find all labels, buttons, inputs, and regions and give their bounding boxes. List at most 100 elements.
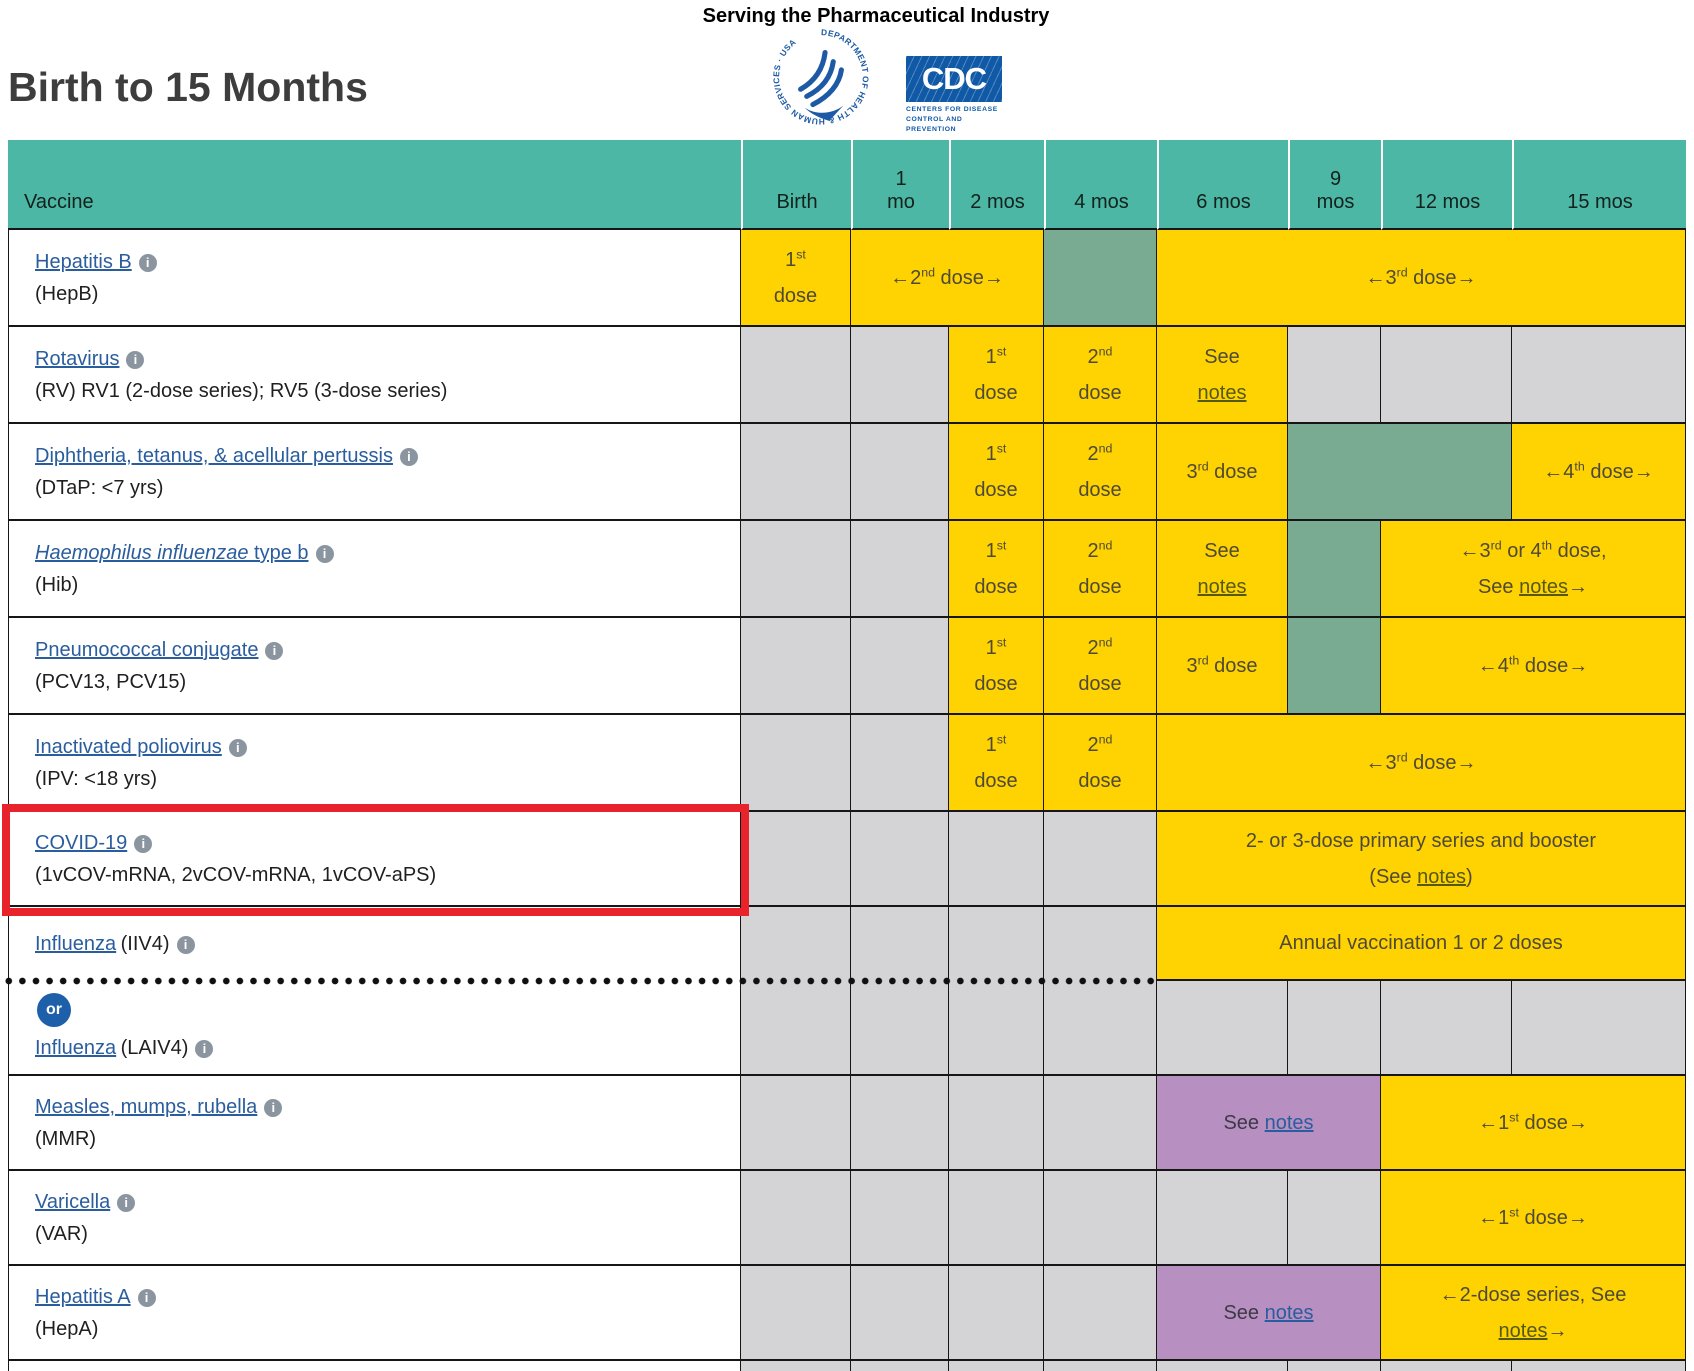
info-icon[interactable]: i xyxy=(265,642,283,660)
info-icon[interactable]: i xyxy=(316,545,334,563)
cell-pcv-1 xyxy=(851,618,949,715)
hhs-ring-text: DEPARTMENT OF HEALTH & HUMAN SERVICES · … xyxy=(771,27,871,127)
vaccine-cell-ipv: Inactivated poliovirus i (IPV: <18 yrs) xyxy=(8,715,741,812)
cell-rotavirus-4: Seenotes xyxy=(1157,327,1288,424)
notes-link[interactable]: notes xyxy=(1198,382,1247,404)
cell-rotavirus-0 xyxy=(741,327,851,424)
cell-varicella-5 xyxy=(1288,1171,1381,1266)
vaccine-cell-pcv: Pneumococcal conjugatei(PCV13, PCV15) xyxy=(8,618,741,715)
vaccine-cell-dtap: Diphtheria, tetanus, & acellular pertuss… xyxy=(8,424,741,521)
table-row-flu-laiv4: orInfluenza (LAIV4)i xyxy=(8,981,1686,1076)
cdc-caption-line1: CENTERS FOR DISEASE xyxy=(906,105,1002,115)
notes-link[interactable]: notes xyxy=(1519,576,1568,598)
info-icon[interactable]: i xyxy=(139,254,157,272)
cell-ipv-2: 1stdose xyxy=(949,715,1044,812)
cell-pcv-3: 2nddose xyxy=(1044,618,1157,715)
info-icon[interactable]: i xyxy=(229,739,247,757)
cdc-logo: CDC CENTERS FOR DISEASE CONTROL AND PREV… xyxy=(906,56,1002,135)
table-row-dtap: Diphtheria, tetanus, & acellular pertuss… xyxy=(8,424,1686,521)
vaccine-link-hepa[interactable]: Hepatitis A xyxy=(35,1286,131,1308)
table-row-ipv: Inactivated poliovirus i (IPV: <18 yrs) 1st… xyxy=(8,715,1686,812)
cell-hepa-2 xyxy=(949,1266,1044,1361)
vaccine-link-hepb[interactable]: Hepatitis B xyxy=(35,251,132,273)
cell-hepb-0: 1stdose xyxy=(741,230,851,327)
hhs-eagle-icon xyxy=(801,53,842,105)
column-header-vaccine: Vaccine xyxy=(8,140,741,230)
cell-covid-3 xyxy=(1044,812,1157,907)
cell-flu-laiv4-3 xyxy=(1044,981,1157,1076)
column-header-9-mos: 9mos xyxy=(1288,140,1381,230)
cell-covid-1 xyxy=(851,812,949,907)
vaccine-subtitle: (IPV: <18 yrs) xyxy=(35,768,730,791)
cell-hepb-2 xyxy=(1044,230,1157,327)
notes-link[interactable]: notes xyxy=(1265,1112,1314,1134)
info-icon[interactable]: i xyxy=(126,351,144,369)
info-icon[interactable]: i xyxy=(138,1289,156,1307)
column-header-6-mos: 6 mos xyxy=(1157,140,1288,230)
cell-varicella-6: ←1st dose→ xyxy=(1381,1171,1686,1266)
cell-rotavirus-1 xyxy=(851,327,949,424)
info-icon[interactable]: i xyxy=(264,1099,282,1117)
info-icon[interactable]: i xyxy=(400,448,418,466)
cell-next-row-clipped-4 xyxy=(1157,1361,1288,1371)
vaccine-link-hib[interactable]: Haemophilus influenzae type b xyxy=(35,542,309,564)
cell-hepa-3 xyxy=(1044,1266,1157,1361)
cell-hepa-4: See notes xyxy=(1157,1266,1381,1361)
column-header-15-mos: 15 mos xyxy=(1512,140,1686,230)
cell-flu-laiv4-4 xyxy=(1157,981,1288,1076)
cell-hib-2: 1stdose xyxy=(949,521,1044,618)
table-row-flu-iiv4: Influenza (IIV4)iAnnual vaccination 1 or… xyxy=(8,907,1686,981)
vaccine-link-rotavirus[interactable]: Rotavirus xyxy=(35,348,119,370)
table-row-pcv: Pneumococcal conjugatei(PCV13, PCV15)1st… xyxy=(8,618,1686,715)
info-icon[interactable]: i xyxy=(134,835,152,853)
vaccine-cell-covid: COVID-19i(1vCOV-mRNA, 2vCOV-mRNA, 1vCOV-… xyxy=(8,812,741,907)
svg-text:DEPARTMENT OF HEALTH & HUMAN S: DEPARTMENT OF HEALTH & HUMAN SERVICES · … xyxy=(771,27,871,127)
vaccine-link-flu-laiv4[interactable]: Influenza xyxy=(35,1037,116,1059)
vaccine-cell-flu-laiv4: orInfluenza (LAIV4)i xyxy=(8,981,741,1076)
cell-rotavirus-6 xyxy=(1381,327,1512,424)
info-icon[interactable]: i xyxy=(117,1194,135,1212)
cell-ipv-3: 2nddose xyxy=(1044,715,1157,812)
column-header-1-mo: 1mo xyxy=(851,140,949,230)
notes-link[interactable]: notes xyxy=(1265,1302,1314,1324)
cell-flu-laiv4-6 xyxy=(1381,981,1512,1076)
vaccine-link-dtap[interactable]: Diphtheria, tetanus, & acellular pertuss… xyxy=(35,445,393,467)
cell-dtap-2: 1stdose xyxy=(949,424,1044,521)
vaccine-link-pcv[interactable]: Pneumococcal conjugate xyxy=(35,639,258,661)
vaccine-cell-rotavirus: Rotavirusi(RV) RV1 (2-dose series); RV5 … xyxy=(8,327,741,424)
hhs-logo: DEPARTMENT OF HEALTH & HUMAN SERVICES · … xyxy=(770,26,872,128)
cell-varicella-2 xyxy=(949,1171,1044,1266)
vaccine-link-covid[interactable]: COVID-19 xyxy=(35,832,127,854)
cell-dtap-0 xyxy=(741,424,851,521)
cell-hib-5 xyxy=(1288,521,1381,618)
column-header-4-mos: 4 mos xyxy=(1044,140,1157,230)
cell-pcv-4: 3rd dose xyxy=(1157,618,1288,715)
vaccine-subtitle: (DTaP: <7 yrs) xyxy=(35,477,730,500)
cell-hib-6: ←3rd or 4th dose,See notes→ xyxy=(1381,521,1686,618)
notes-link[interactable]: notes xyxy=(1417,866,1466,888)
vaccine-link-ipv[interactable]: Inactivated poliovirus xyxy=(35,736,222,758)
cell-covid-0 xyxy=(741,812,851,907)
cell-pcv-6: ←4th dose→ xyxy=(1381,618,1686,715)
notes-link[interactable]: notes xyxy=(1499,1320,1548,1342)
vaccine-subtitle: (MMR) xyxy=(35,1128,730,1151)
vaccine-cell-hepb: Hepatitis Bi(HepB) xyxy=(8,230,741,327)
cell-mmr-0 xyxy=(741,1076,851,1171)
vaccine-cell-next-row-clipped xyxy=(8,1361,741,1371)
info-icon[interactable]: i xyxy=(195,1040,213,1058)
table-row-hepb: Hepatitis Bi(HepB)1stdose←2nd dose→←3rd … xyxy=(8,230,1686,327)
column-header-birth: Birth xyxy=(741,140,851,230)
column-header-2-mos: 2 mos xyxy=(949,140,1044,230)
notes-link[interactable]: notes xyxy=(1198,576,1247,598)
vaccine-link-varicella[interactable]: Varicella xyxy=(35,1191,110,1213)
cell-next-row-clipped-2 xyxy=(949,1361,1044,1371)
vaccine-cell-hib: Haemophilus influenzae type bi(Hib) xyxy=(8,521,741,618)
table-row-covid: COVID-19i(1vCOV-mRNA, 2vCOV-mRNA, 1vCOV-… xyxy=(8,812,1686,907)
table-row-rotavirus: Rotavirusi(RV) RV1 (2-dose series); RV5 … xyxy=(8,327,1686,424)
vaccine-link-flu-iiv4[interactable]: Influenza xyxy=(35,933,116,955)
vaccine-cell-mmr: Measles, mumps, rubella i (MMR) xyxy=(8,1076,741,1171)
info-icon[interactable]: i xyxy=(177,936,195,954)
column-header-12-mos: 12 mos xyxy=(1381,140,1512,230)
vaccine-link-mmr[interactable]: Measles, mumps, rubella xyxy=(35,1096,257,1118)
cell-flu-laiv4-1 xyxy=(851,981,949,1076)
